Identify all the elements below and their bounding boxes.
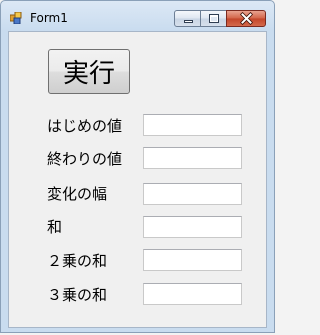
close-icon — [240, 12, 253, 25]
maximize-button[interactable] — [200, 10, 227, 27]
end-value-input[interactable] — [143, 147, 242, 169]
close-button[interactable] — [226, 10, 266, 27]
minimize-icon — [184, 20, 193, 23]
step-label: 変化の幅 — [47, 185, 108, 203]
start-value-input[interactable] — [143, 114, 242, 136]
sum-label: 和 — [47, 218, 63, 236]
sum-of-cubes-label: ３乗の和 — [47, 286, 108, 304]
start-value-label: はじめの値 — [47, 117, 123, 135]
end-value-label: 終わりの値 — [47, 150, 123, 168]
sum-of-squares-output[interactable] — [143, 249, 242, 271]
sum-of-cubes-output[interactable] — [143, 283, 242, 305]
sum-of-squares-label: ２乗の和 — [47, 252, 108, 270]
minimize-button[interactable] — [174, 10, 201, 27]
form-client-area: 実行 はじめの値 終わりの値 変化の幅 和 ２乗の和 ３乗の和 — [8, 31, 267, 328]
step-input[interactable] — [143, 183, 242, 205]
title-bar[interactable]: Form1 — [1, 1, 276, 31]
window-bottom-border — [1, 328, 276, 334]
app-icon — [10, 12, 22, 24]
sum-output[interactable] — [143, 216, 242, 238]
window-title: Form1 — [30, 11, 68, 25]
app-window: Form1 実行 はじめの値 終わりの値 変化の幅 和 ２乗の和 ３乗の和 — [0, 0, 275, 333]
run-button[interactable]: 実行 — [48, 49, 130, 94]
maximize-icon — [209, 14, 219, 23]
